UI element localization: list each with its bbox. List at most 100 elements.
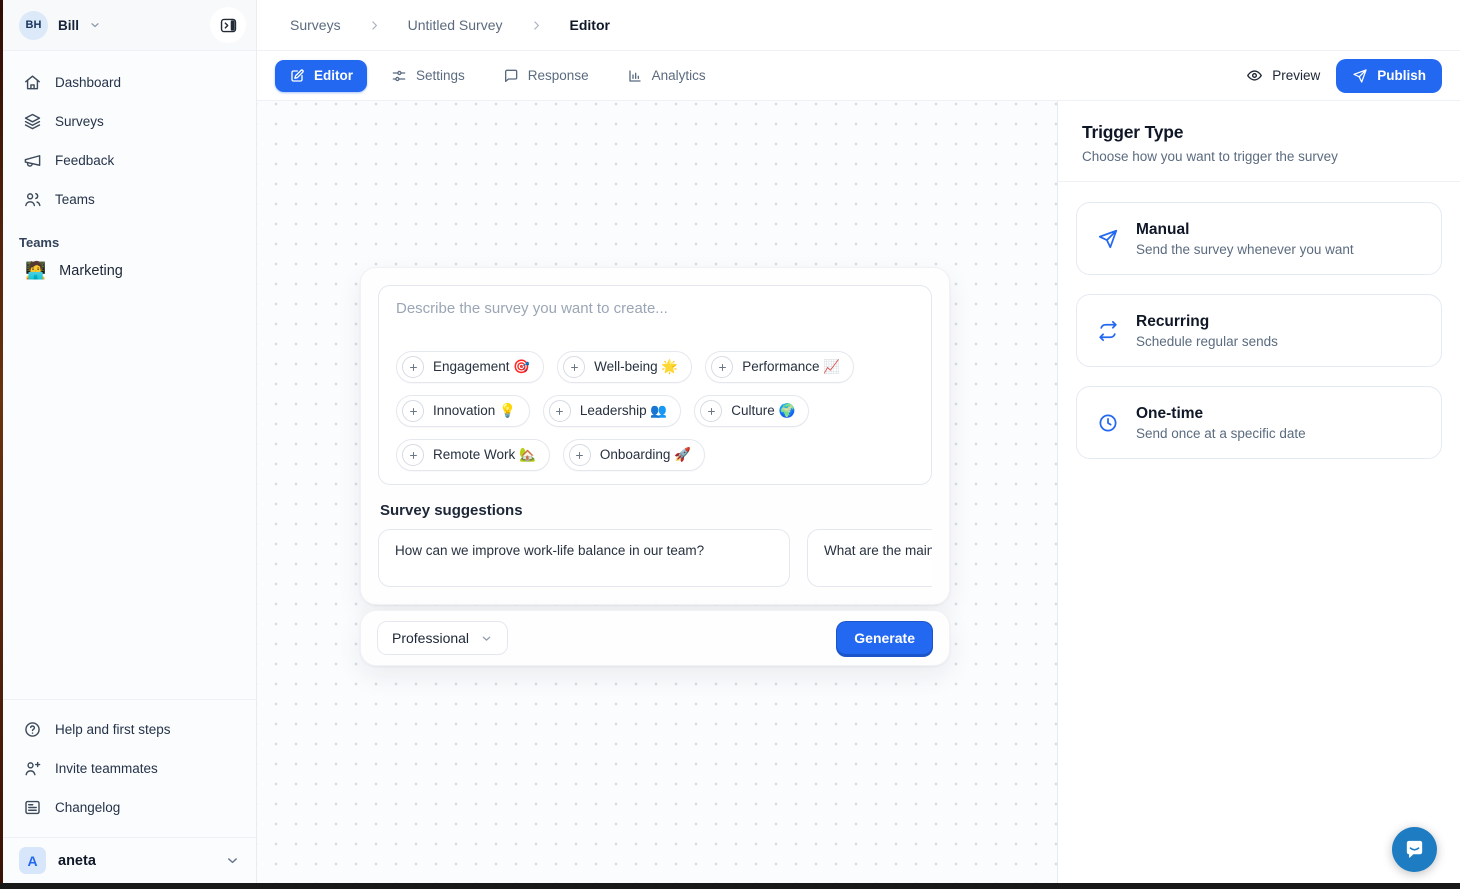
chevron-right-icon <box>368 19 381 32</box>
trigger-option-manual[interactable]: Manual Send the survey whenever you want <box>1076 202 1442 275</box>
sidebar-item-invite[interactable]: Invite teammates <box>11 749 248 788</box>
eye-icon <box>1246 67 1263 84</box>
pencil-square-icon <box>289 68 305 84</box>
sidebar-item-label: Dashboard <box>55 75 121 90</box>
option-title: Recurring <box>1136 313 1278 331</box>
sidebar-item-label: Feedback <box>55 153 114 168</box>
chip-label: Innovation 💡 <box>433 403 516 419</box>
chevron-down-icon <box>480 632 493 645</box>
breadcrumb-surveys[interactable]: Surveys <box>290 17 341 33</box>
sidebar-collapse-button[interactable] <box>210 7 246 43</box>
content-area: Describe the survey you want to create..… <box>257 101 1460 883</box>
newspaper-icon <box>23 798 42 817</box>
toolbar-right: Preview Publish <box>1246 59 1442 93</box>
preview-label: Preview <box>1272 68 1320 83</box>
send-icon <box>1352 68 1368 84</box>
editor-toolbar: Editor Settings Response Analytics <box>257 51 1460 101</box>
megaphone-icon <box>23 151 42 170</box>
sliders-icon <box>391 68 407 84</box>
tab-label: Editor <box>314 68 353 83</box>
repeat-icon <box>1097 320 1119 342</box>
chevron-down-icon <box>225 853 240 868</box>
option-text: One-time Send once at a specific date <box>1136 405 1306 441</box>
chat-launcher-button[interactable] <box>1392 827 1437 872</box>
plus-icon <box>549 400 571 422</box>
tab-settings[interactable]: Settings <box>377 60 479 92</box>
sidebar-item-help[interactable]: Help and first steps <box>11 710 248 749</box>
main-area: Surveys Untitled Survey Editor Editor <box>257 0 1460 883</box>
trigger-option-one-time[interactable]: One-time Send once at a specific date <box>1076 386 1442 459</box>
suggestions-title: Survey suggestions <box>380 502 930 519</box>
teams-section-label: Teams <box>3 219 256 252</box>
topic-chip-remote-work[interactable]: Remote Work 🏡 <box>396 439 550 471</box>
sidebar-item-changelog[interactable]: Changelog <box>11 788 248 827</box>
topic-chip-engagement[interactable]: Engagement 🎯 <box>396 351 544 383</box>
survey-description-input[interactable]: Describe the survey you want to create..… <box>378 285 932 485</box>
chat-bubble-icon <box>1403 838 1426 861</box>
composer-card: Describe the survey you want to create..… <box>360 267 950 605</box>
account-menu[interactable]: A aneta <box>3 837 256 883</box>
panel-toggle-icon <box>219 16 238 35</box>
chip-label: Well-being 🌟 <box>594 359 678 375</box>
sidebar-item-label: Invite teammates <box>55 761 158 776</box>
tab-label: Settings <box>416 68 465 83</box>
publish-button[interactable]: Publish <box>1336 59 1442 93</box>
sidebar-item-surveys[interactable]: Surveys <box>11 102 248 141</box>
plus-icon <box>563 356 585 378</box>
topic-chip-performance[interactable]: Performance 📈 <box>705 351 854 383</box>
trigger-type-panel: Trigger Type Choose how you want to trig… <box>1058 101 1460 883</box>
sidebar-footer: Help and first steps Invite teammates Ch… <box>3 699 256 837</box>
sidebar-item-label: Changelog <box>55 800 120 815</box>
suggestions-row: How can we improve work-life balance in … <box>378 529 932 587</box>
trigger-option-recurring[interactable]: Recurring Schedule regular sends <box>1076 294 1442 367</box>
topic-chip-leadership[interactable]: Leadership 👥 <box>543 395 681 427</box>
tone-value: Professional <box>392 630 469 646</box>
breadcrumb-editor: Editor <box>570 17 610 33</box>
sidebar-team-marketing[interactable]: 🧑‍💻 Marketing <box>3 252 256 289</box>
preview-button[interactable]: Preview <box>1246 67 1320 84</box>
tab-editor[interactable]: Editor <box>275 60 367 92</box>
topic-chips: Engagement 🎯 Well-being 🌟 Performance 📈 <box>396 351 914 471</box>
home-icon <box>23 73 42 92</box>
suggestion-card[interactable]: What are the main ob <box>807 529 932 587</box>
topic-chip-onboarding[interactable]: Onboarding 🚀 <box>563 439 705 471</box>
plus-icon <box>700 400 722 422</box>
sidebar-item-dashboard[interactable]: Dashboard <box>11 63 248 102</box>
sidebar-item-teams[interactable]: Teams <box>11 180 248 219</box>
topic-chip-wellbeing[interactable]: Well-being 🌟 <box>557 351 692 383</box>
workspace-switcher[interactable]: BH Bill <box>19 11 101 40</box>
tab-analytics[interactable]: Analytics <box>613 60 720 92</box>
chevron-right-icon <box>530 19 543 32</box>
chip-label: Performance 📈 <box>742 359 840 375</box>
sidebar-item-feedback[interactable]: Feedback <box>11 141 248 180</box>
chip-label: Leadership 👥 <box>580 403 667 419</box>
app-window: BH Bill Dashboard <box>3 0 1460 883</box>
panel-subtitle: Choose how you want to trigger the surve… <box>1082 149 1436 164</box>
panel-header: Trigger Type Choose how you want to trig… <box>1058 101 1460 182</box>
send-icon <box>1097 228 1119 250</box>
topic-chip-innovation[interactable]: Innovation 💡 <box>396 395 530 427</box>
clock-icon <box>1097 412 1119 434</box>
option-description: Send once at a specific date <box>1136 426 1306 441</box>
plus-icon <box>711 356 733 378</box>
chip-label: Culture 🌍 <box>731 403 795 419</box>
bar-chart-icon <box>627 68 643 84</box>
composer-footer: Professional Generate <box>360 610 950 666</box>
workspace-name: Bill <box>58 18 79 33</box>
users-icon <box>23 190 42 209</box>
workspace-avatar: BH <box>19 11 48 40</box>
chip-label: Remote Work 🏡 <box>433 447 536 463</box>
breadcrumb-untitled-survey[interactable]: Untitled Survey <box>408 17 503 33</box>
editor-canvas[interactable]: Describe the survey you want to create..… <box>257 101 1058 883</box>
tab-response[interactable]: Response <box>489 60 603 92</box>
panel-title: Trigger Type <box>1082 122 1436 143</box>
topic-chip-culture[interactable]: Culture 🌍 <box>694 395 809 427</box>
plus-icon <box>569 444 591 466</box>
input-placeholder: Describe the survey you want to create..… <box>396 300 914 317</box>
chip-label: Engagement 🎯 <box>433 359 530 375</box>
tone-select[interactable]: Professional <box>377 621 508 655</box>
option-text: Manual Send the survey whenever you want <box>1136 221 1354 257</box>
chevron-down-icon <box>89 19 101 31</box>
suggestion-card[interactable]: How can we improve work-life balance in … <box>378 529 790 587</box>
generate-button[interactable]: Generate <box>836 621 933 656</box>
